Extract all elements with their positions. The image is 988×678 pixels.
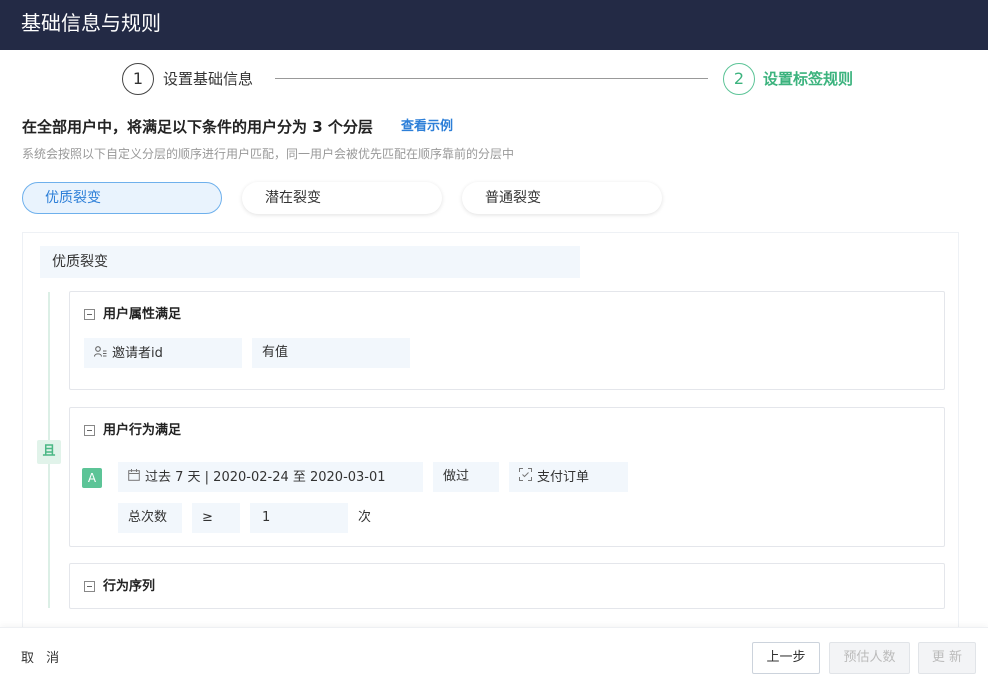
view-example-link[interactable]: 查看示例 bbox=[401, 118, 453, 136]
user-attribute-icon bbox=[93, 338, 107, 368]
count-value-input[interactable]: 1 bbox=[250, 503, 348, 533]
previous-step-button[interactable]: 上一步 bbox=[752, 642, 820, 674]
attribute-section-title: 用户属性满足 bbox=[103, 307, 182, 322]
and-logic-toggle[interactable]: 且 bbox=[37, 440, 61, 464]
date-range-label: 过去 7 天 | 2020-02-24 至 2020-03-01 bbox=[145, 470, 386, 485]
step-2-label: 设置标签规则 bbox=[763, 70, 854, 88]
count-unit-label: 次 bbox=[358, 510, 372, 525]
sequence-condition-card bbox=[69, 563, 945, 609]
step-1-number: 1 bbox=[122, 63, 154, 95]
cancel-button[interactable]: 取 消 bbox=[21, 650, 63, 667]
update-button[interactable]: 更 新 bbox=[918, 642, 976, 674]
behavior-section-title: 用户行为满足 bbox=[103, 423, 182, 438]
collapse-icon[interactable] bbox=[84, 581, 95, 592]
window-title: 基础信息与规则 bbox=[21, 11, 161, 35]
title-bar: 基础信息与规则 bbox=[0, 0, 988, 50]
step-2-number: 2 bbox=[723, 63, 755, 95]
sequence-section-title: 行为序列 bbox=[103, 579, 156, 594]
attribute-field-select[interactable]: 邀请者id bbox=[84, 338, 242, 368]
tab-high-quality-fission[interactable]: 优质裂变 bbox=[22, 182, 222, 214]
calendar-icon bbox=[128, 462, 140, 492]
step-connector-line bbox=[275, 78, 708, 79]
page-description: 系统会按照以下自定义分层的顺序进行用户匹配，同一用户会被优先匹配在顺序靠前的分层… bbox=[22, 147, 515, 161]
event-label: 支付订单 bbox=[537, 470, 590, 485]
step-1-label: 设置基础信息 bbox=[163, 70, 254, 88]
date-range-picker[interactable]: 过去 7 天 | 2020-02-24 至 2020-03-01 bbox=[118, 462, 423, 492]
step-indicator: 1 设置基础信息 2 设置标签规则 bbox=[0, 50, 988, 106]
group-name-field[interactable]: 优质裂变 bbox=[40, 246, 580, 278]
tab-potential-fission[interactable]: 潜在裂变 bbox=[242, 182, 442, 214]
event-select[interactable]: 支付订单 bbox=[509, 462, 628, 492]
event-icon bbox=[519, 462, 532, 492]
page-heading: 在全部用户中，将满足以下条件的用户分为 3 个分层 bbox=[22, 118, 373, 136]
estimate-users-button[interactable]: 预估人数 bbox=[829, 642, 910, 674]
comparator-select[interactable]: ≥ bbox=[192, 503, 240, 533]
metric-select[interactable]: 总次数 bbox=[118, 503, 182, 533]
attribute-field-label: 邀请者id bbox=[112, 346, 163, 361]
tab-normal-fission[interactable]: 普通裂变 bbox=[462, 182, 662, 214]
action-select[interactable]: 做过 bbox=[433, 462, 499, 492]
collapse-icon[interactable] bbox=[84, 425, 95, 436]
collapse-icon[interactable] bbox=[84, 309, 95, 320]
attribute-operator-select[interactable]: 有值 bbox=[252, 338, 410, 368]
rule-letter-badge: A bbox=[82, 468, 102, 488]
